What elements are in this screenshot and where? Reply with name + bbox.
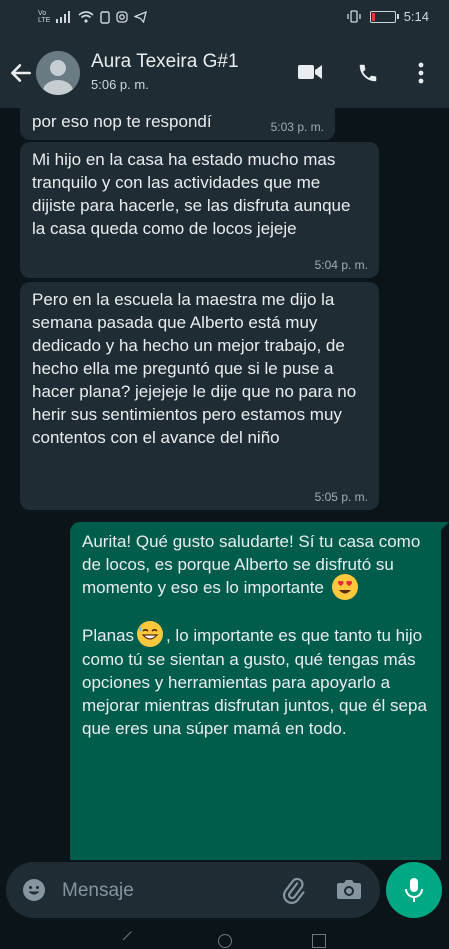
message-time: 5:03 p. m. [270,120,324,134]
message-incoming[interactable]: por eso nop te respondí 5:03 p. m. [20,108,335,140]
mic-button[interactable] [386,862,442,918]
microphone-icon [405,878,423,902]
battery-icon [369,10,399,23]
grinning-sweat-emoji-icon [136,621,163,648]
message-incoming[interactable]: Mi hijo en la casa ha estado mucho mas t… [20,142,379,278]
nav-back-icon[interactable] [122,931,141,949]
chat-header: Aura Texeira G#1 5:06 p. m. [0,38,449,108]
wifi-icon [78,11,94,23]
status-left-group: Vo LTE [38,10,148,24]
smiley-icon[interactable] [22,878,46,902]
message-text: Planas [82,625,134,645]
telegram-icon [134,11,148,23]
contact-name[interactable]: Aura Texeira G#1 [91,51,239,73]
vibrate-icon [347,10,361,23]
status-time: 5:14 [403,9,429,24]
phone-icon[interactable] [357,62,379,84]
camera-icon[interactable] [336,878,362,900]
system-nav-bar [0,928,449,949]
message-text: Mi hijo en la casa ha estado mucho mas t… [32,150,351,238]
carrier-bottom-label: LTE [38,17,51,24]
message-time: 5:05 p. m. [314,490,368,504]
arrow-left-icon[interactable] [8,60,34,86]
video-call-icon[interactable] [297,62,323,82]
battery-fill [371,12,375,21]
paperclip-icon[interactable] [280,876,306,904]
message-incoming[interactable]: Pero en la escuela la maestra me dijo la… [20,282,379,510]
signal-icon [56,11,71,23]
notification-icon [100,10,111,24]
message-outgoing[interactable]: Aurita! Qué gusto saludarte! Sí tu casa … [70,522,449,860]
nav-home-icon[interactable] [218,934,232,948]
chat-area[interactable]: por eso nop te respondí 5:03 p. m. Mi hi… [0,108,449,860]
default-avatar-icon [36,51,80,95]
message-text: por eso nop te respondí [32,112,212,131]
more-vert-icon[interactable] [415,62,427,84]
carrier-top-label: Vo [38,10,47,17]
message-input[interactable] [60,874,274,908]
avatar[interactable] [36,51,80,95]
contact-last-seen: 5:06 p. m. [91,77,149,92]
message-paragraph: Planas , lo importante es que tanto tu h… [82,621,429,741]
network-type: Vo LTE [38,10,50,24]
status-bar: Vo LTE 5:14 [0,0,449,38]
heart-eyes-emoji-icon [331,573,358,600]
status-right-group: 5:14 [346,9,429,24]
message-paragraph: Aurita! Qué gusto saludarte! Sí tu casa … [82,530,429,601]
nav-recents-icon[interactable] [312,934,326,948]
instagram-icon [116,11,128,23]
message-time: 5:04 p. m. [314,258,368,272]
message-composer [6,862,380,918]
message-text: Pero en la escuela la maestra me dijo la… [32,290,357,447]
message-text: Aurita! Qué gusto saludarte! Sí tu casa … [82,532,421,597]
